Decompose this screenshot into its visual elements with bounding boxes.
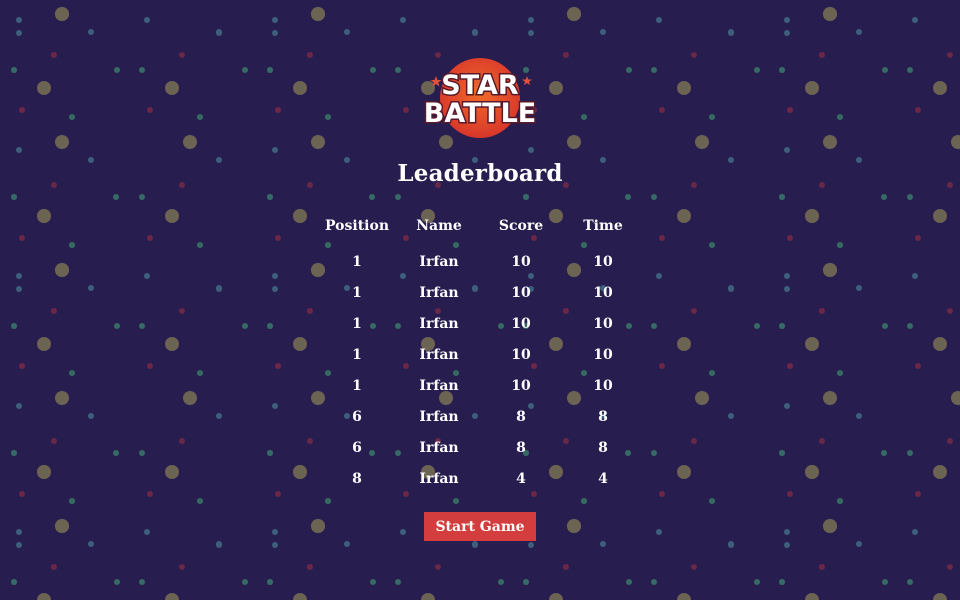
table-row: 1 Irfan 10 10: [316, 277, 644, 308]
cell-time: 4: [598, 470, 608, 487]
cell-name: Irfan: [419, 470, 459, 487]
leaderboard-table: Position Name Score Time 1 Irfan 10 10 1…: [316, 214, 644, 494]
column-header-position: Position: [325, 218, 389, 234]
table-row: 8 Irfan 4 4: [316, 463, 644, 494]
cell-position: 1: [352, 377, 362, 394]
table-row: 1 Irfan 10 10: [316, 308, 644, 339]
cell-score: 10: [511, 284, 531, 301]
cell-time: 10: [593, 315, 613, 332]
cell-position: 8: [352, 470, 362, 487]
cell-score: 10: [511, 315, 531, 332]
cell-score: 10: [511, 377, 531, 394]
table-spacer: [316, 238, 644, 246]
table-row: 6 Irfan 8 8: [316, 401, 644, 432]
cell-name: Irfan: [419, 284, 459, 301]
cell-position: 1: [352, 284, 362, 301]
page-title: Leaderboard: [397, 160, 563, 187]
cell-score: 8: [516, 408, 526, 425]
cell-name: Irfan: [419, 377, 459, 394]
cell-name: Irfan: [419, 253, 459, 270]
cell-position: 1: [352, 346, 362, 363]
column-header-score: Score: [498, 218, 544, 234]
table-row: 1 Irfan 10 10: [316, 339, 644, 370]
cell-score: 10: [511, 346, 531, 363]
cell-position: 6: [352, 408, 362, 425]
logo-title-line1: STAR: [441, 70, 519, 101]
leaderboard-screen: STAR BATTLE Leaderboard Position Name Sc…: [0, 0, 960, 600]
column-header-time: Time: [583, 218, 623, 234]
cell-time: 10: [593, 284, 613, 301]
cell-name: Irfan: [419, 439, 459, 456]
table-header-row: Position Name Score Time: [316, 214, 644, 238]
cell-time: 10: [593, 346, 613, 363]
logo-title-line2: BATTLE: [424, 98, 536, 129]
cell-score: 10: [511, 253, 531, 270]
cell-name: Irfan: [419, 408, 459, 425]
cell-time: 8: [598, 408, 608, 425]
cell-position: 6: [352, 439, 362, 456]
cell-name: Irfan: [419, 346, 459, 363]
column-header-name: Name: [416, 218, 462, 234]
cell-position: 1: [352, 253, 362, 270]
logo-star-icon: [522, 76, 532, 86]
table-row: 6 Irfan 8 8: [316, 432, 644, 463]
cell-name: Irfan: [419, 315, 459, 332]
star-battle-logo: STAR BATTLE: [420, 56, 540, 142]
table-row: 1 Irfan 10 10: [316, 370, 644, 401]
logo-star-icon: [430, 76, 442, 87]
table-row: 1 Irfan 10 10: [316, 246, 644, 277]
cell-time: 10: [593, 253, 613, 270]
cell-time: 8: [598, 439, 608, 456]
cell-position: 1: [352, 315, 362, 332]
cell-time: 10: [593, 377, 613, 394]
cell-score: 4: [516, 470, 526, 487]
cell-score: 8: [516, 439, 526, 456]
start-game-button[interactable]: Start Game: [424, 512, 536, 541]
